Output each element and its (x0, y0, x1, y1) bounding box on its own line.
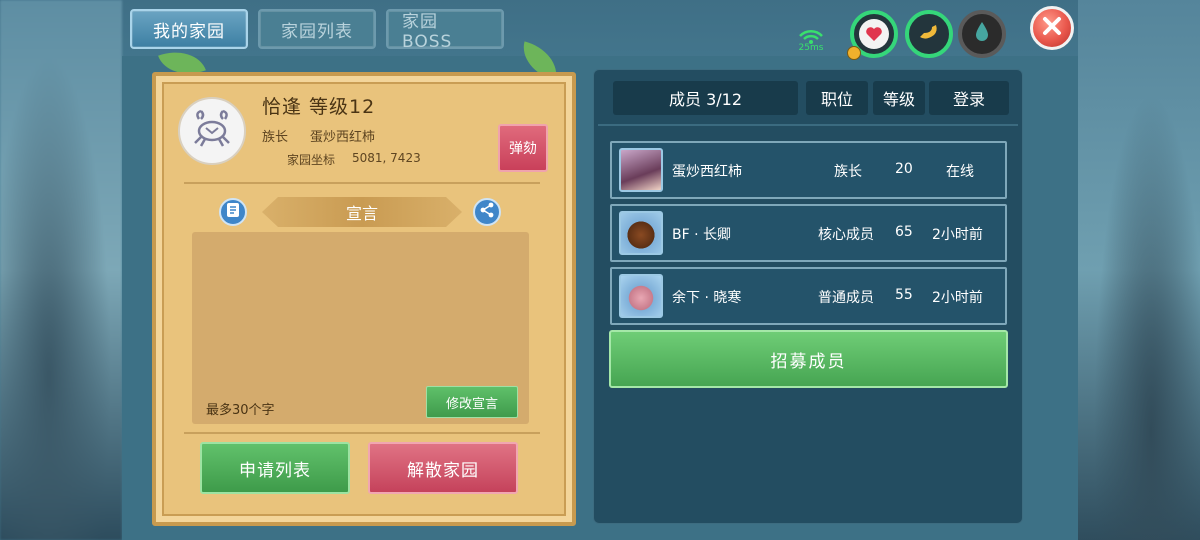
food-status[interactable] (905, 10, 953, 58)
home-coords-value: 5081, 7423 (352, 151, 421, 165)
tab-bar: 我的家园 家园列表 家园BOSS (130, 9, 504, 52)
member-level: 55 (895, 287, 913, 303)
char-limit-hint: 最多30个字 (206, 403, 275, 418)
home-name-level: 恰逢 等级12 (262, 96, 376, 118)
tab-my-home[interactable]: 我的家园 (130, 9, 248, 49)
divider (598, 124, 1018, 126)
member-level: 20 (895, 161, 913, 177)
hunger-badge-icon (847, 46, 861, 60)
tab-home-list[interactable]: 家园列表 (258, 9, 376, 49)
game-world-background-right (1078, 0, 1200, 540)
avatar (619, 274, 663, 318)
edit-declaration-button[interactable]: 修改宣言 (426, 386, 518, 418)
member-name: 余下 · 晓寒 (672, 290, 742, 306)
water-status[interactable] (958, 10, 1006, 58)
recruit-members-button[interactable]: 招募成员 (609, 330, 1008, 388)
notes-icon (226, 202, 240, 222)
share-icon (479, 202, 495, 222)
member-name: 蛋炒西红柿 (672, 164, 742, 180)
tab-home-boss[interactable]: 家园BOSS (386, 9, 504, 52)
game-world-background-left (0, 0, 122, 540)
level-column-header[interactable]: 等级 (873, 81, 925, 115)
role-column-header[interactable]: 职位 (806, 81, 868, 115)
member-login: 2小时前 (932, 227, 983, 243)
member-role: 族长 (834, 164, 862, 180)
share-button[interactable] (473, 198, 501, 226)
ping-text: 25ms (798, 43, 824, 53)
member-level: 65 (895, 224, 913, 240)
home-coords-label: 家园坐标 (287, 153, 336, 167)
member-role: 核心成员 (818, 227, 874, 243)
avatar (619, 148, 663, 192)
water-icon (974, 21, 990, 47)
close-button[interactable] (1030, 6, 1074, 50)
divider (184, 432, 540, 434)
dissolve-home-button[interactable]: 解散家园 (368, 442, 518, 494)
impeach-button[interactable]: 弹劾 (498, 124, 548, 172)
declaration-title: 宣言 (262, 197, 462, 227)
member-login: 在线 (946, 164, 974, 180)
divider (184, 182, 540, 184)
member-count-header: 成员 3/12 (613, 81, 798, 115)
leader-name: 蛋炒西红柿 (310, 130, 376, 145)
avatar (619, 211, 663, 255)
member-row[interactable]: 蛋炒西红柿 族长 20 在线 (610, 141, 1007, 199)
apply-list-button[interactable]: 申请列表 (200, 442, 350, 494)
member-row[interactable]: BF · 长卿 核心成员 65 2小时前 (610, 204, 1007, 262)
member-login: 2小时前 (932, 290, 983, 306)
crab-icon (189, 109, 235, 153)
login-column-header[interactable]: 登录 (929, 81, 1009, 115)
member-name: BF · 长卿 (672, 227, 732, 243)
food-icon (916, 21, 942, 47)
member-role: 普通成员 (818, 290, 874, 306)
close-icon (1041, 15, 1063, 41)
notes-button[interactable] (219, 198, 247, 226)
home-emblem-avatar (178, 97, 246, 165)
heart-icon (859, 19, 889, 49)
member-row[interactable]: 余下 · 晓寒 普通成员 55 2小时前 (610, 267, 1007, 325)
leader-label: 族长 (262, 130, 289, 145)
